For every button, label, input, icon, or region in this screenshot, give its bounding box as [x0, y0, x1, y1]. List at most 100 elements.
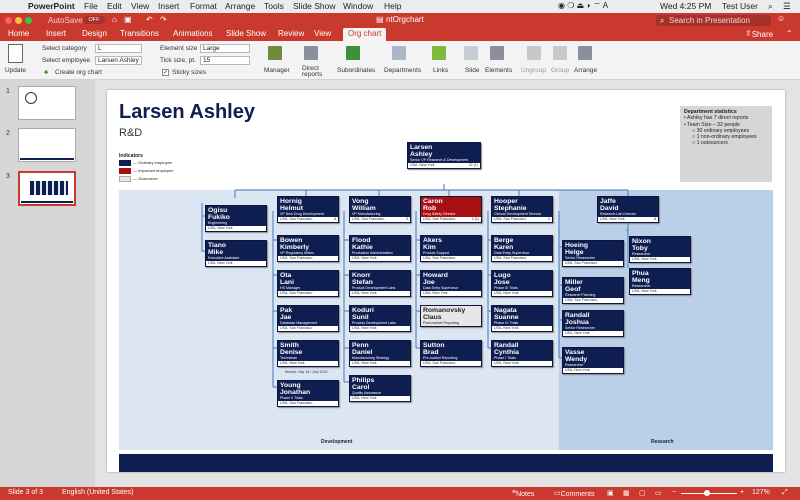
employee-card-koduri[interactable]: Koduri Sunil Process Development Labs USA, … — [349, 305, 411, 332]
employee-card-romanovsky[interactable]: Romanovsky Claus Post-market Reporting — [420, 305, 482, 327]
menu-help[interactable]: Help — [384, 1, 401, 11]
slide-canvas[interactable]: Larsen Ashley R&D Indicators — Ordinary … — [107, 90, 785, 472]
employee-card-flood[interactable]: Flood Kathie Production Administration USA,… — [349, 235, 411, 262]
employee-card-philips[interactable]: Philips Carol Quality Assurance USA, New Yo… — [349, 375, 411, 402]
select-category-field[interactable]: L — [95, 44, 142, 53]
employee-card-tiano[interactable]: Tiano Mike Executive Assistant USA, New Yor… — [205, 240, 267, 267]
employee-card-ota[interactable]: Ota Lani HS Manager USA, San Francisco — [277, 270, 339, 297]
arrange-button[interactable]: Arrange — [574, 67, 597, 74]
direct-reports-button[interactable]: Direct reports — [302, 65, 324, 78]
sticky-sizes-checkbox[interactable]: ✓ — [162, 69, 169, 76]
menu-app-name[interactable]: PowerPoint — [28, 1, 75, 11]
smiley-feedback-icon[interactable]: ☺ — [777, 14, 785, 23]
slide-thumbnail-1[interactable] — [18, 86, 76, 120]
links-button[interactable]: Links — [433, 67, 448, 74]
tick-size-field[interactable]: 15 — [200, 56, 250, 65]
spotlight-icon[interactable]: ⌕ — [768, 1, 773, 12]
tab-review[interactable]: Review — [278, 29, 304, 38]
employee-card-jaffe[interactable]: Jaffe David Research Lab Director USA, New … — [597, 196, 659, 223]
employee-card-nixon[interactable]: Nixon Toby Researcher USA, New York — [629, 236, 691, 263]
notes-button[interactable]: ≡ Notes — [512, 489, 534, 498]
language-indicator[interactable]: English (United States) — [62, 489, 134, 496]
employee-card-penn[interactable]: Penn Daniel Manufacturing Strategy USA, New… — [349, 340, 411, 367]
minimize-window-button[interactable] — [15, 17, 22, 24]
employee-card-akers[interactable]: Akers Kim Product Support USA, San Francisc… — [420, 235, 482, 262]
search-box[interactable]: ⌕ Search in Presentation — [656, 15, 771, 26]
employee-card-miller[interactable]: Miller Geof Research Planning USA, San Fran… — [562, 277, 624, 304]
departments-button[interactable]: Departments — [384, 67, 421, 74]
employee-card-smith[interactable]: Smith Denise Technician USA, New York — [277, 340, 339, 367]
zoom-in-icon[interactable]: + — [740, 489, 744, 496]
employee-card-vasse[interactable]: Vasse Wendy Researcher USA, New York — [562, 347, 624, 374]
create-org-chart-button[interactable]: Create org chart — [55, 69, 102, 76]
zoom-window-button[interactable] — [25, 17, 32, 24]
slide-button[interactable]: Slide — [465, 67, 479, 74]
share-button[interactable]: ⇪ Share — [745, 29, 773, 39]
elements-button[interactable]: Elements — [485, 67, 512, 74]
employee-card-hoeing[interactable]: Hoeing Helge Senior Researcher USA, San Fra… — [562, 240, 624, 267]
employee-card-ogisu[interactable]: Ogisu Fukiko Engineering USA, New York — [205, 205, 267, 232]
tab-design[interactable]: Design — [82, 29, 107, 38]
employee-card-phua[interactable]: Phua Meng Researcher USA, New York — [629, 268, 691, 295]
employee-card-lugo[interactable]: Lugo Jose Phase III Trials USA, New York — [491, 270, 553, 297]
comments-button[interactable]: ▭ Comments — [554, 489, 594, 498]
employee-card-knorr[interactable]: Knorr Stefan Product Development Labs USA, … — [349, 270, 411, 297]
menu-insert[interactable]: Insert — [158, 1, 179, 11]
menu-tools[interactable]: Tools — [264, 1, 284, 11]
update-button[interactable]: Update — [5, 67, 26, 74]
undo-icon[interactable]: ↶ — [146, 15, 153, 24]
employee-card-randall_j[interactable]: Randall Joshua Senior Researcher USA, New Y… — [562, 310, 624, 337]
employee-card-hornig[interactable]: Hornig Helmut VP New Drug Development USA, … — [277, 196, 339, 223]
tab-transitions[interactable]: Transitions — [120, 29, 159, 38]
tab-view[interactable]: View — [314, 29, 331, 38]
menu-arrange[interactable]: Arrange — [225, 1, 255, 11]
normal-view-icon[interactable]: ▣ — [607, 489, 614, 497]
reading-view-icon[interactable]: ▢ — [639, 489, 646, 497]
menu-view[interactable]: View — [131, 1, 149, 11]
ungroup-button[interactable]: Ungroup — [521, 67, 546, 74]
element-size-field[interactable]: Large — [200, 44, 250, 53]
employee-card-root[interactable]: Larsen Ashley Senior VP Research & Develop… — [407, 142, 481, 169]
update-icon[interactable] — [8, 44, 23, 63]
close-window-button[interactable] — [5, 17, 12, 24]
employee-card-hooper[interactable]: Hooper Stephanie Clinical Development Dire… — [491, 196, 553, 223]
menu-slideshow[interactable]: Slide Show — [293, 1, 336, 11]
slide-thumbnail-3[interactable] — [18, 171, 76, 206]
slideshow-view-icon[interactable]: ▭ — [655, 489, 662, 497]
employee-card-nagata[interactable]: Nagata Suanne Phase IV Trials USA, New York — [491, 305, 553, 332]
tab-org-chart[interactable]: Org chart — [343, 28, 387, 41]
menu-edit[interactable]: Edit — [107, 1, 122, 11]
slide-thumbnail-2[interactable] — [18, 128, 76, 162]
control-center-icon[interactable]: ☰ — [783, 1, 791, 12]
employee-card-howard[interactable]: Howard Joe Data Entry Supervisor USA, New Y… — [420, 270, 482, 297]
zoom-level[interactable]: 127% — [752, 489, 770, 496]
autosave-toggle[interactable]: OFF — [83, 16, 105, 24]
tab-home[interactable]: Home — [8, 29, 29, 38]
employee-card-pak[interactable]: Pak Jae Database Management USA, San Franci… — [277, 305, 339, 332]
menu-format[interactable]: Format — [190, 1, 217, 11]
menu-window[interactable]: Window — [343, 1, 373, 11]
redo-icon[interactable]: ↷ — [160, 15, 167, 24]
manager-button[interactable]: Manager — [264, 67, 290, 74]
slide-sorter-icon[interactable]: ▦ — [623, 489, 630, 497]
save-icon[interactable]: ▣ — [124, 15, 132, 24]
group-button[interactable]: Group — [551, 67, 569, 74]
employee-card-caron[interactable]: Caron Rob Drug Safety Director USA, San Fra… — [420, 196, 482, 223]
employee-card-young[interactable]: Young Jonathan Phase II Trials USA, San Fra… — [277, 380, 339, 407]
zoom-slider-thumb[interactable] — [704, 490, 710, 496]
employee-card-sutton[interactable]: Sutton Brad Pre-market Reporting USA, San F… — [420, 340, 482, 367]
zoom-out-icon[interactable]: − — [672, 489, 676, 496]
subordinates-button[interactable]: Subordinates — [337, 67, 375, 74]
tab-slide-show[interactable]: Slide Show — [226, 29, 266, 38]
home-icon[interactable]: ⌂ — [112, 15, 117, 24]
employee-card-vong[interactable]: Vong William VP Manufacturing USA, San Fran… — [349, 196, 411, 223]
tab-animations[interactable]: Animations — [173, 29, 213, 38]
tab-insert[interactable]: Insert — [46, 29, 66, 38]
menu-file[interactable]: File — [84, 1, 98, 11]
employee-card-randall_c[interactable]: Randall Cynthia Phase I Trials USA, New Yor… — [491, 340, 553, 367]
employee-card-bowen[interactable]: Bowen Kimberly VP Regulatory Affairs USA, S… — [277, 235, 339, 262]
fit-to-window-icon[interactable]: ⤢ — [782, 489, 788, 497]
employee-card-berge[interactable]: Berge Karen Data Entry Supervisor USA, San … — [491, 235, 553, 262]
user-name[interactable]: Test User — [722, 1, 758, 11]
ribbon-collapse-icon[interactable]: ⌃ — [786, 29, 793, 38]
